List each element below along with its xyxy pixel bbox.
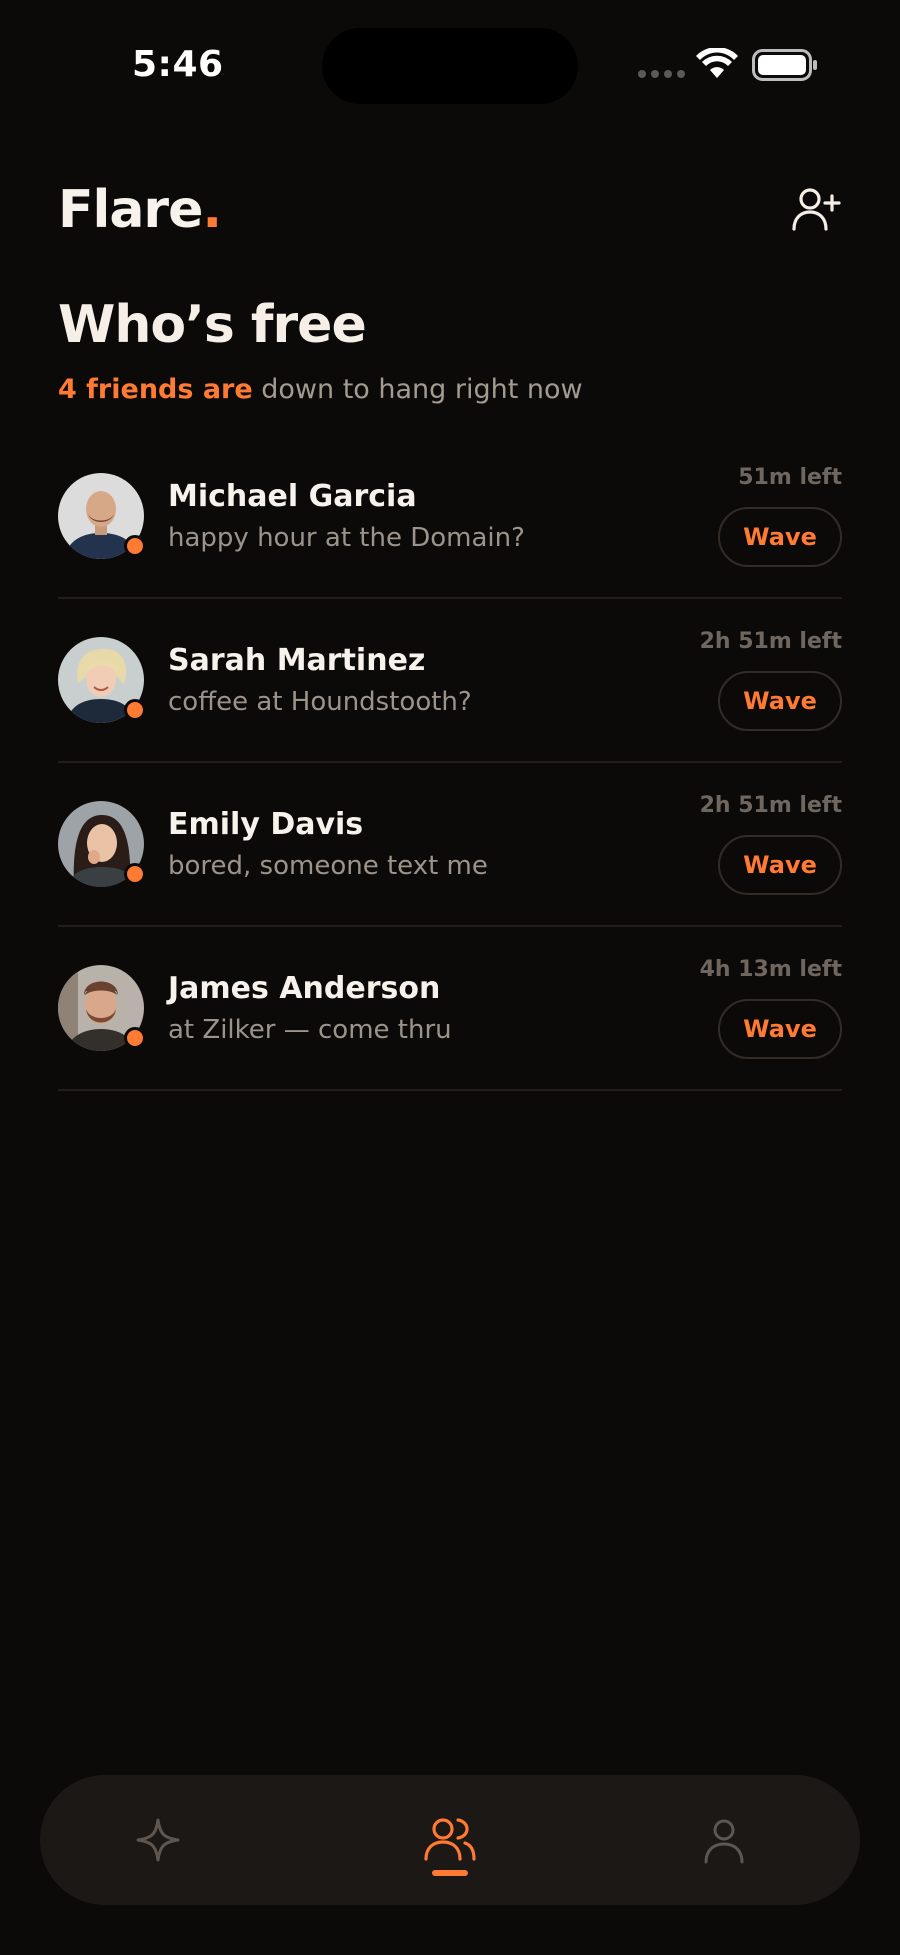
friend-row[interactable]: Michael Garcia happy hour at the Domain?… — [58, 435, 842, 599]
battery-icon — [752, 49, 817, 81]
subtitle-rest: down to hang right now — [252, 374, 583, 405]
user-plus-icon[interactable] — [790, 182, 842, 234]
page-title: Who’s free — [58, 295, 367, 355]
tab-profile[interactable] — [664, 1775, 784, 1905]
app-logo: Flare. — [58, 180, 222, 240]
logo-dot: . — [202, 180, 222, 240]
active-tab-indicator — [432, 1870, 468, 1876]
friend-status: coffee at Houndstooth? — [168, 687, 472, 717]
app-header: Flare. — [58, 180, 842, 240]
time-left: 2h 51m left — [699, 629, 842, 654]
status-time: 5:46 — [132, 44, 224, 85]
friend-row[interactable]: James Anderson at Zilker — come thru 4h … — [58, 927, 842, 1091]
friend-name: Sarah Martinez — [168, 643, 426, 678]
avatar[interactable] — [58, 801, 146, 887]
friend-name: Emily Davis — [168, 807, 364, 842]
online-indicator — [124, 1027, 146, 1049]
friends-count-highlight: 4 friends are — [58, 374, 253, 405]
friend-name: James Anderson — [168, 971, 441, 1006]
dynamic-island — [322, 28, 578, 104]
online-indicator — [124, 535, 146, 557]
time-left: 2h 51m left — [699, 793, 842, 818]
tab-friends[interactable] — [390, 1775, 510, 1905]
avatar[interactable] — [58, 473, 146, 559]
tab-discover[interactable] — [98, 1775, 218, 1905]
cellular-signal-icon — [638, 70, 685, 78]
bottom-tab-bar — [40, 1775, 860, 1905]
friend-status: at Zilker — come thru — [168, 1015, 452, 1045]
wave-button[interactable]: Wave — [718, 507, 842, 567]
friend-status: bored, someone text me — [168, 851, 488, 881]
online-indicator — [124, 699, 146, 721]
wave-button[interactable]: Wave — [718, 835, 842, 895]
wave-button[interactable]: Wave — [718, 999, 842, 1059]
friend-status: happy hour at the Domain? — [168, 523, 525, 553]
wave-button[interactable]: Wave — [718, 671, 842, 731]
friend-name: Michael Garcia — [168, 479, 417, 514]
avatar[interactable] — [58, 965, 146, 1051]
time-left: 51m left — [738, 465, 842, 490]
friends-icon — [424, 1818, 476, 1861]
time-left: 4h 13m left — [699, 957, 842, 982]
profile-icon — [704, 1819, 744, 1864]
avatar[interactable] — [58, 637, 146, 723]
status-bar: 5:46 — [0, 0, 900, 130]
online-indicator — [124, 863, 146, 885]
friends-list: Michael Garcia happy hour at the Domain?… — [58, 435, 842, 1091]
sparkle-icon — [136, 1818, 180, 1862]
wifi-icon — [696, 48, 738, 78]
page-subtitle: 4 friends are down to hang right now — [58, 374, 583, 405]
logo-text: Flare — [58, 180, 203, 240]
friend-row[interactable]: Sarah Martinez coffee at Houndstooth? 2h… — [58, 599, 842, 763]
friend-row[interactable]: Emily Davis bored, someone text me 2h 51… — [58, 763, 842, 927]
